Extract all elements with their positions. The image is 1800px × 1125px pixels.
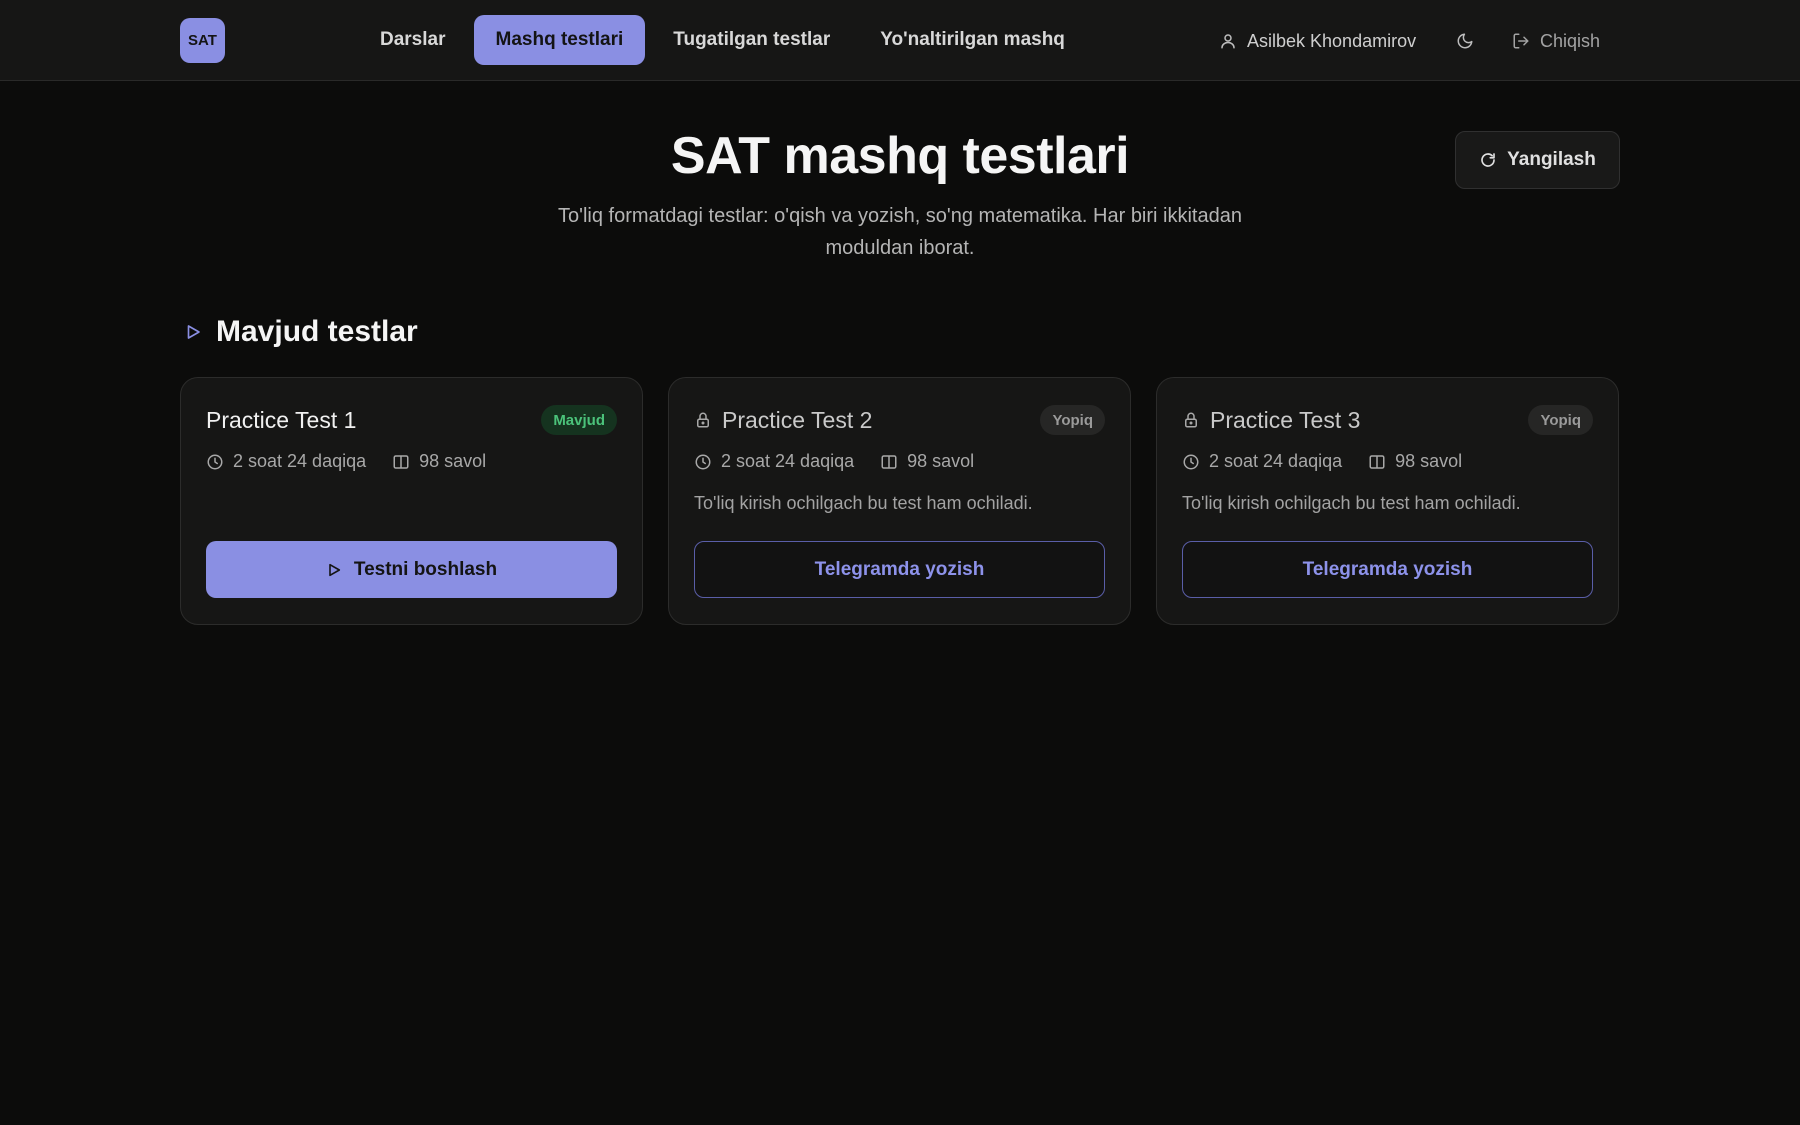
lock-icon (694, 411, 712, 429)
user-profile[interactable]: Asilbek Khondamirov (1219, 24, 1416, 58)
nav-item-darslar[interactable]: Darslar (358, 15, 468, 65)
card-note: To'liq kirish ochilgach bu test ham ochi… (1182, 493, 1521, 513)
logout-button[interactable]: Chiqish (1512, 24, 1600, 58)
card-meta: 2 soat 24 daqiqa 98 savol (206, 451, 486, 472)
telegram-contact-label: Telegramda yozish (1302, 558, 1473, 580)
duration-info: 2 soat 24 daqiqa (206, 451, 366, 472)
user-icon (1219, 32, 1237, 50)
refresh-label: Yangilash (1507, 149, 1596, 170)
start-test-label: Testni boshlash (353, 558, 498, 580)
card-title: Practice Test 1 (206, 407, 356, 434)
nav-item-mashq-testlari[interactable]: Mashq testlari (473, 15, 646, 65)
card-title-label: Practice Test 2 (722, 406, 873, 433)
book-icon (392, 453, 410, 471)
card-title-label: Practice Test 1 (206, 406, 357, 433)
card-title-label: Practice Test 3 (1210, 406, 1361, 433)
top-navigation-bar: SAT Darslar Mashq testlari Tugatilgan te… (0, 0, 1800, 81)
duration-text: 2 soat 24 daqiqa (233, 451, 367, 471)
clock-icon (694, 453, 712, 471)
card-title: Practice Test 2 (694, 407, 872, 434)
refresh-button[interactable]: Yangilash (1455, 131, 1620, 189)
book-icon (880, 453, 898, 471)
card-note: To'liq kirish ochilgach bu test ham ochi… (694, 493, 1033, 513)
start-test-button[interactable]: Testni boshlash (206, 541, 617, 598)
section-title-label: Mavjud testlar (216, 315, 418, 348)
duration-text: 2 soat 24 daqiqa (721, 451, 855, 471)
page-subtitle: To'liq formatdagi testlar: o'qish va yoz… (558, 205, 1242, 259)
telegram-contact-button[interactable]: Telegramda yozish (1182, 541, 1593, 598)
clock-icon (206, 453, 224, 471)
test-card: Practice Test 1 Mavjud 2 soat 24 daqiqa … (180, 377, 643, 625)
lock-icon (1182, 411, 1200, 429)
test-card: Practice Test 3 Yopiq 2 soat 24 daqiqa 9… (1156, 377, 1619, 625)
nav-item-yonaltirilgan-mashq[interactable]: Yo'naltirilgan mashq (858, 15, 1087, 65)
main-nav: Darslar Mashq testlari Tugatilgan testla… (358, 15, 1093, 65)
duration-text: 2 soat 24 daqiqa (1209, 451, 1343, 471)
logout-label: Chiqish (1540, 30, 1601, 51)
questions-info: 98 savol (880, 451, 974, 472)
refresh-icon (1479, 151, 1497, 169)
moon-icon (1456, 32, 1474, 50)
status-badge: Yopiq (1528, 405, 1593, 435)
clock-icon (1182, 453, 1200, 471)
status-badge: Yopiq (1040, 405, 1105, 435)
duration-info: 2 soat 24 daqiqa (1182, 451, 1342, 472)
play-icon (326, 562, 342, 578)
duration-info: 2 soat 24 daqiqa (694, 451, 854, 472)
app-logo[interactable]: SAT (180, 18, 225, 63)
card-meta: 2 soat 24 daqiqa 98 savol (694, 451, 974, 472)
section-title: Mavjud testlar (184, 312, 418, 352)
status-badge: Mavjud (541, 405, 617, 435)
telegram-contact-button[interactable]: Telegramda yozish (694, 541, 1105, 598)
questions-text: 98 savol (907, 451, 975, 471)
telegram-contact-label: Telegramda yozish (814, 558, 985, 580)
card-title: Practice Test 3 (1182, 407, 1360, 434)
card-meta: 2 soat 24 daqiqa 98 savol (1182, 451, 1462, 472)
questions-text: 98 savol (1395, 451, 1463, 471)
play-icon (184, 323, 202, 341)
questions-info: 98 savol (392, 451, 486, 472)
questions-info: 98 savol (1368, 451, 1462, 472)
test-card: Practice Test 2 Yopiq 2 soat 24 daqiqa 9… (668, 377, 1131, 625)
book-icon (1368, 453, 1386, 471)
questions-text: 98 savol (419, 451, 487, 471)
nav-item-tugatilgan-testlar[interactable]: Tugatilgan testlar (651, 15, 852, 65)
logout-icon (1512, 32, 1530, 50)
user-name: Asilbek Khondamirov (1247, 30, 1417, 51)
theme-toggle-button[interactable] (1450, 24, 1480, 58)
